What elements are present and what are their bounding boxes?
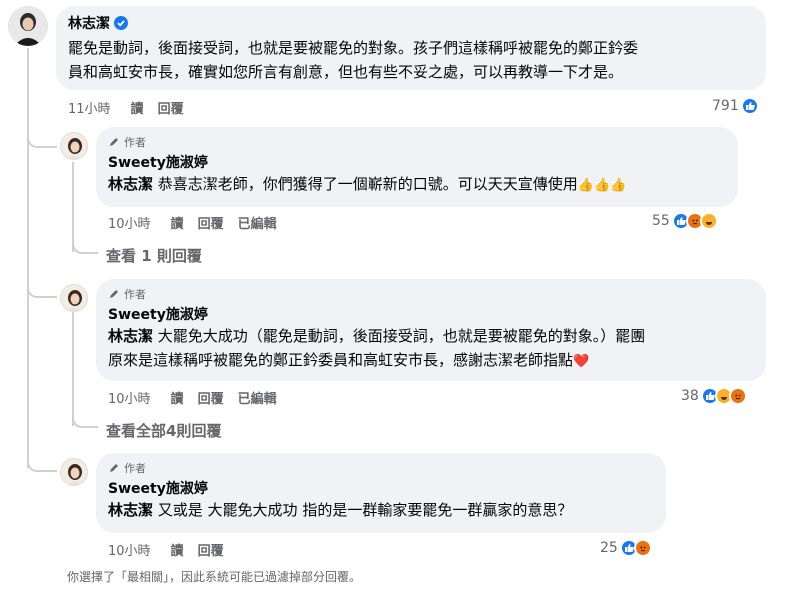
reply-bubble: 作者 Sweety施淑婷 林志潔 恭喜志潔老師，你們獲得了一個嶄新的口號。可以天… [96, 127, 738, 207]
view-replies-link[interactable]: 查看 1 則回覆 [106, 245, 202, 266]
mention-link[interactable]: 林志潔 [108, 175, 153, 193]
reply-button[interactable]: 回覆 [198, 388, 224, 407]
reply-author[interactable]: Sweety施淑婷 [108, 480, 654, 498]
verified-badge-icon [114, 16, 128, 30]
comment-timestamp[interactable]: 10小時 [108, 540, 151, 559]
reply-text-line: 原來是這樣稱呼被罷免的鄭正鈐委員和高虹安市長，感謝志潔老師指點❤️ [108, 348, 754, 374]
main-comment-line: 罷免是動詞，後面接受詞，也就是要被罷免的對象。孩子們這樣稱呼被罷免的鄭正鈐委 [68, 39, 639, 57]
read-button[interactable]: 讀 [171, 540, 184, 559]
main-comment-line: 員和高虹安市長，確實如您所言有創意，但也有些不妥之處，可以再教導一下才是。 [68, 63, 624, 81]
comment-timestamp[interactable]: 11小時 [68, 98, 111, 117]
thread-connector [27, 278, 57, 298]
main-comment-author[interactable]: 林志潔 [68, 16, 110, 32]
avatar-photo-icon [67, 138, 83, 159]
reply-author[interactable]: Sweety施淑婷 [108, 154, 726, 172]
read-button[interactable]: 讀 [171, 213, 184, 232]
reply-bubble: 作者 Sweety施淑婷 林志潔 又或是 大罷免大成功 指的是一群輸家要罷免一群… [96, 453, 666, 533]
reply-actions: 10小時 讀 回覆 已編輯 [108, 213, 277, 232]
thread-line [27, 48, 29, 468]
pencil-icon [110, 464, 118, 472]
heart-emoji: ❤️ [573, 354, 590, 369]
thread-connector [72, 412, 98, 428]
avatar-reply-author[interactable] [60, 284, 88, 312]
reply-button[interactable]: 回覆 [198, 540, 224, 559]
thread-connector [72, 238, 98, 254]
like-reaction-icon [740, 97, 759, 115]
thumbs-up-emoji: 👍👍👍 [577, 178, 627, 193]
angry-reaction-icon [728, 387, 747, 405]
reply-text-body: 恭喜志潔老師，你們獲得了一個嶄新的口號。可以天天宣傳使用 [153, 175, 578, 193]
filter-notice: 你選擇了「最相關」，因此系統可能已過濾掉部分回覆。 [67, 570, 362, 584]
reply-button[interactable]: 回覆 [158, 98, 184, 117]
reply-reactions[interactable]: 25 [600, 539, 652, 557]
reaction-count: 38 [681, 388, 699, 404]
haha-reaction-icon [699, 212, 718, 230]
reply-text: 林志潔 又或是 大罷免大成功 指的是一群輸家要罷免一群贏家的意思？ [108, 498, 654, 522]
reaction-count: 25 [600, 540, 618, 556]
main-comment-actions: 11小時 讀 回覆 [68, 98, 184, 117]
mention-link[interactable]: 林志潔 [108, 501, 153, 519]
avatar-photo-icon [67, 290, 83, 311]
author-tag-label: 作者 [124, 462, 146, 475]
reply-reactions[interactable]: 55 [652, 212, 718, 230]
reply-bubble: 作者 Sweety施淑婷 林志潔 大罷免大成功（罷免是動詞，後面接受詞，也就是要… [96, 279, 766, 381]
angry-reaction-icon [633, 539, 652, 557]
author-tag: 作者 [108, 134, 726, 150]
edited-label[interactable]: 已編輯 [238, 213, 277, 232]
main-comment-author-row: 林志潔 [68, 15, 754, 33]
author-tag: 作者 [108, 286, 754, 302]
reaction-count: 791 [712, 98, 739, 114]
pencil-icon [110, 290, 118, 298]
reply-text-body: 又或是 大罷免大成功 指的是一群輸家要罷免一群贏家的意思？ [153, 501, 573, 519]
comment-timestamp[interactable]: 10小時 [108, 388, 151, 407]
reply-text-line: 林志潔 大罷免大成功（罷免是動詞，後面接受詞，也就是要被罷免的對象。）罷團 [108, 324, 754, 348]
author-tag-label: 作者 [124, 288, 146, 301]
main-comment-bubble: 林志潔 罷免是動詞，後面接受詞，也就是要被罷免的對象。孩子們這樣稱呼被罷免的鄭正… [56, 6, 766, 90]
main-comment-reactions[interactable]: 791 [712, 97, 759, 115]
edited-label[interactable]: 已編輯 [238, 388, 277, 407]
reply-reactions[interactable]: 38 [681, 387, 747, 405]
reply-text-body: 大罷免大成功（罷免是動詞，後面接受詞，也就是要被罷免的對象。）罷團 [153, 327, 646, 345]
reply-text: 林志潔 大罷免大成功（罷免是動詞，後面接受詞，也就是要被罷免的對象。）罷團 原來… [108, 324, 754, 374]
author-tag: 作者 [108, 460, 654, 476]
reply-button[interactable]: 回覆 [198, 213, 224, 232]
view-replies-link[interactable]: 查看全部4則回覆 [106, 420, 221, 441]
reply-text-body: 原來是這樣稱呼被罷免的鄭正鈐委員和高虹安市長，感謝志潔老師指點 [108, 351, 574, 369]
avatar-reply-author[interactable] [60, 458, 88, 486]
reply-actions: 10小時 讀 回覆 已編輯 [108, 388, 277, 407]
avatar-photo-icon [67, 464, 83, 485]
reply-actions: 10小時 讀 回覆 [108, 540, 224, 559]
avatar-main-commenter[interactable] [8, 6, 48, 46]
read-button[interactable]: 讀 [171, 388, 184, 407]
thread-connector [27, 128, 57, 148]
reaction-count: 55 [652, 213, 670, 229]
thread-line [72, 312, 74, 426]
pencil-icon [110, 138, 118, 146]
reply-text: 林志潔 恭喜志潔老師，你們獲得了一個嶄新的口號。可以天天宣傳使用👍👍👍 [108, 172, 726, 198]
read-button[interactable]: 讀 [131, 98, 144, 117]
avatar-reply-author[interactable] [60, 132, 88, 160]
author-tag-label: 作者 [124, 136, 146, 149]
avatar-photo-icon [8, 6, 48, 46]
main-comment-text: 罷免是動詞，後面接受詞，也就是要被罷免的對象。孩子們這樣稱呼被罷免的鄭正鈐委 員… [68, 36, 754, 84]
thread-connector [27, 452, 57, 472]
mention-link[interactable]: 林志潔 [108, 327, 153, 345]
comment-timestamp[interactable]: 10小時 [108, 213, 151, 232]
reply-author[interactable]: Sweety施淑婷 [108, 306, 754, 324]
